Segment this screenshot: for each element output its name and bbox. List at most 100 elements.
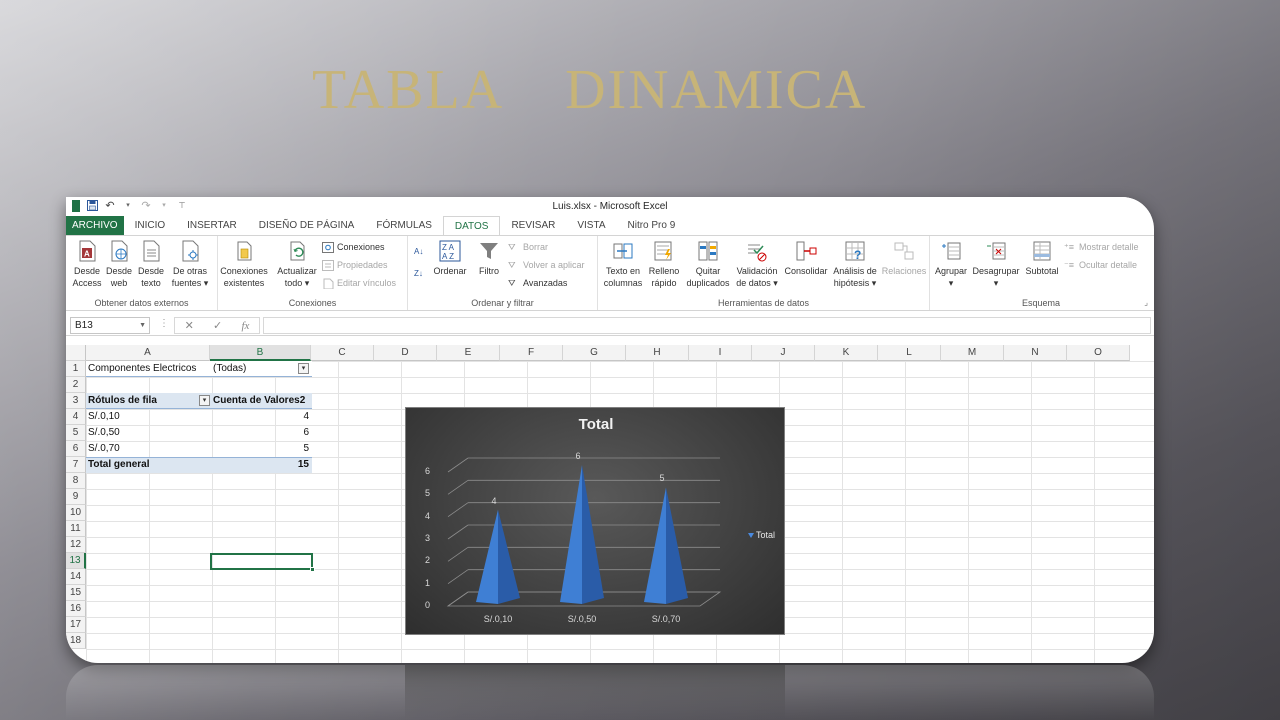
tab-datos[interactable]: DATOS xyxy=(442,216,501,236)
filter-button[interactable]: Filtro xyxy=(474,240,504,277)
select-all-corner[interactable] xyxy=(66,345,86,361)
y-tick-label: 0 xyxy=(424,600,430,610)
fill-handle[interactable] xyxy=(310,567,315,572)
name-box-dropdown-icon[interactable]: ▼ xyxy=(139,318,146,333)
hide-detail-button[interactable]: ⁻≡ Ocultar detalle xyxy=(1064,258,1137,272)
pyramid-bar-side[interactable] xyxy=(498,509,520,604)
column-header-a[interactable]: A xyxy=(86,345,210,361)
excel-screenshot: ↶ ▾ ↷ ▾ ⊤ Luis.xlsx - Microsoft Excel AR… xyxy=(66,197,1154,663)
row-header-1[interactable]: 1 xyxy=(66,361,86,377)
column-header-i[interactable]: I xyxy=(689,345,752,361)
tab-archivo[interactable]: ARCHIVO xyxy=(66,216,124,236)
row-header-11[interactable]: 11 xyxy=(66,521,86,537)
pivot-chart[interactable]: Total 0 1 2 3 4 5 6 4 S/.0,10 6 S/.0,50 5 S/.0,70 To… xyxy=(405,407,785,635)
pivot-filter-label: Componentes Electricos xyxy=(88,363,197,374)
pyramid-bar-face[interactable] xyxy=(560,465,582,604)
outline-dialog-launcher-icon[interactable]: ⌟ xyxy=(1144,298,1148,307)
relationships-button[interactable]: Relaciones xyxy=(880,240,928,277)
text-to-columns-button[interactable]: Texto en columnas xyxy=(600,240,646,289)
column-header-h[interactable]: H xyxy=(626,345,689,361)
tab-inicio[interactable]: INICIO xyxy=(124,216,177,236)
row-header-7[interactable]: 7 xyxy=(66,457,86,473)
column-header-d[interactable]: D xyxy=(374,345,437,361)
row-header-17[interactable]: 17 xyxy=(66,617,86,633)
from-other-sources-button[interactable]: De otras fuentes ▾ xyxy=(168,240,212,289)
what-if-analysis-button[interactable]: ? Análisis de hipótesis ▾ xyxy=(830,240,880,289)
tab-nitro-pro[interactable]: Nitro Pro 9 xyxy=(617,216,687,236)
from-access-button[interactable]: A Desde Access xyxy=(70,240,104,289)
column-header-f[interactable]: F xyxy=(500,345,563,361)
row-header-16[interactable]: 16 xyxy=(66,601,86,617)
column-header-c[interactable]: C xyxy=(311,345,374,361)
sort-az-button[interactable]: A↓ xyxy=(414,244,426,258)
refresh-all-button[interactable]: Actualizar todo ▾ xyxy=(273,240,321,289)
from-text-button[interactable]: Desde texto xyxy=(136,240,166,289)
svg-text:A Z: A Z xyxy=(442,252,454,261)
column-header-m[interactable]: M xyxy=(941,345,1004,361)
tab-formulas[interactable]: FÓRMULAS xyxy=(365,216,443,236)
row-header-6[interactable]: 6 xyxy=(66,441,86,457)
subtotal-button[interactable]: Subtotal xyxy=(1022,240,1062,277)
pivot-row-value: 6 xyxy=(303,427,309,438)
formula-input[interactable] xyxy=(263,317,1151,334)
row-header-9[interactable]: 9 xyxy=(66,489,86,505)
active-cell-selection[interactable] xyxy=(210,553,313,570)
clear-filter-button[interactable]: ⛛ Borrar xyxy=(508,240,548,254)
row-header-3[interactable]: 3 xyxy=(66,393,86,409)
row-labels-filter-icon[interactable]: ▾ xyxy=(199,395,210,406)
pyramid-bar-side[interactable] xyxy=(582,465,604,604)
enter-icon[interactable]: ✓ xyxy=(213,319,222,332)
row-header-12[interactable]: 12 xyxy=(66,537,86,553)
column-header-j[interactable]: J xyxy=(752,345,815,361)
sort-za-button[interactable]: Z↓ xyxy=(414,266,426,280)
data-validation-button[interactable]: Validación de datos ▾ xyxy=(732,240,782,289)
gridline-side xyxy=(447,569,469,584)
cancel-icon[interactable]: ✕ xyxy=(185,319,194,332)
flash-fill-button[interactable]: Relleno rápido xyxy=(646,240,682,289)
group-button[interactable]: Agrupar ▾ xyxy=(932,240,970,289)
column-header-g[interactable]: G xyxy=(563,345,626,361)
row-header-10[interactable]: 10 xyxy=(66,505,86,521)
tab-vista[interactable]: VISTA xyxy=(566,216,616,236)
tab-insertar[interactable]: INSERTAR xyxy=(176,216,248,236)
row-header-5[interactable]: 5 xyxy=(66,425,86,441)
existing-connections-button[interactable]: Conexiones existentes xyxy=(218,240,270,289)
insert-function-icon[interactable]: fx xyxy=(241,320,249,332)
reapply-button[interactable]: ⛛ Volver a aplicar xyxy=(508,258,585,272)
connections-button[interactable]: Conexiones xyxy=(322,240,385,254)
row-header-18[interactable]: 18 xyxy=(66,633,86,649)
remove-duplicates-button[interactable]: Quitar duplicados xyxy=(684,240,732,289)
row-header-2[interactable]: 2 xyxy=(66,377,86,393)
column-header-e[interactable]: E xyxy=(437,345,500,361)
row-header-14[interactable]: 14 xyxy=(66,569,86,585)
consolidate-button[interactable]: Consolidar xyxy=(782,240,830,277)
tab-diseno-de-pagina[interactable]: DISEÑO DE PÁGINA xyxy=(248,216,366,236)
pivot-row-label: S/.0,10 xyxy=(88,411,120,422)
row-header-8[interactable]: 8 xyxy=(66,473,86,489)
group-data-tools: Texto en columnas Relleno rápido Quitar … xyxy=(598,236,930,310)
column-header-l[interactable]: L xyxy=(878,345,941,361)
row-header-13[interactable]: 13 xyxy=(66,553,86,569)
sort-button[interactable]: Z AA Z Ordenar xyxy=(430,240,470,277)
name-box[interactable]: B13 ▼ xyxy=(70,317,150,334)
pyramid-bar-side[interactable] xyxy=(666,487,688,604)
edit-links-button[interactable]: Editar vínculos xyxy=(322,276,396,290)
pyramid-bar-face[interactable] xyxy=(476,509,498,604)
row-header-15[interactable]: 15 xyxy=(66,585,86,601)
column-header-n[interactable]: N xyxy=(1004,345,1067,361)
pivot-filter-dropdown-icon[interactable]: ▾ xyxy=(298,363,309,374)
column-header-b[interactable]: B xyxy=(210,345,311,361)
from-web-button[interactable]: Desde web xyxy=(104,240,134,289)
column-header-k[interactable]: K xyxy=(815,345,878,361)
advanced-filter-button[interactable]: ⛛ Avanzadas xyxy=(508,276,567,290)
tab-revisar[interactable]: REVISAR xyxy=(500,216,566,236)
ungroup-button[interactable]: Desagrupar ▾ xyxy=(970,240,1022,289)
text-file-icon xyxy=(140,240,162,262)
properties-button[interactable]: Propiedades xyxy=(322,258,388,272)
formula-bar: B13 ▼ ⋮ ✕ ✓ fx xyxy=(66,314,1154,336)
row-header-4[interactable]: 4 xyxy=(66,409,86,425)
pivot-filter-value[interactable]: (Todas) xyxy=(211,361,311,377)
column-header-o[interactable]: O xyxy=(1067,345,1130,361)
show-detail-button[interactable]: ⁺≡ Mostrar detalle xyxy=(1064,240,1139,254)
pyramid-bar-face[interactable] xyxy=(644,487,666,604)
